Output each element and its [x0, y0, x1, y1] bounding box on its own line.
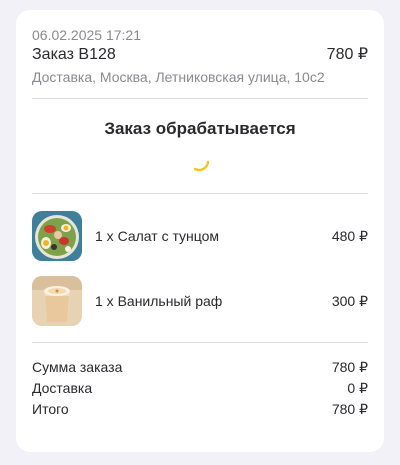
total-row: Итого 780 ₽: [32, 399, 368, 420]
subtotal-row: Сумма заказа 780 ₽: [32, 357, 368, 378]
order-card: 06.02.2025 17:21 Заказ B128 780 ₽ Достав…: [16, 10, 384, 452]
vanilla-raf-image: [32, 276, 82, 326]
delivery-value: 0 ₽: [347, 380, 368, 396]
tuna-salad-image: [32, 211, 82, 261]
order-header: Заказ B128 780 ₽: [32, 45, 368, 65]
list-item: 1 x Салат с тунцом 480 ₽: [32, 210, 368, 262]
total-label: Итого: [32, 401, 69, 417]
order-price: 780 ₽: [326, 46, 368, 63]
total-value: 780 ₽: [331, 401, 368, 417]
item-price: 300 ₽: [331, 292, 368, 309]
spinner-icon: [193, 160, 210, 171]
delivery-label: Доставка: [32, 380, 93, 396]
item-name: 1 x Ванильный раф: [95, 293, 223, 309]
order-datetime: 06.02.2025 17:21: [32, 27, 141, 43]
item-name: 1 x Салат с тунцом: [95, 228, 220, 244]
item-price: 480 ₽: [331, 227, 368, 244]
delivery-address: Доставка, Москва, Летниковская улица, 10…: [32, 69, 325, 85]
order-number: Заказ B128: [32, 46, 116, 63]
subtotal-label: Сумма заказа: [32, 359, 123, 375]
list-item: 1 x Ванильный раф 300 ₽: [32, 275, 368, 327]
delivery-row: Доставка 0 ₽: [32, 378, 368, 399]
subtotal-value: 780 ₽: [331, 359, 368, 375]
divider: [32, 98, 368, 99]
order-status-title: Заказ обрабатывается: [104, 119, 296, 138]
loading-spinner: [32, 140, 368, 189]
